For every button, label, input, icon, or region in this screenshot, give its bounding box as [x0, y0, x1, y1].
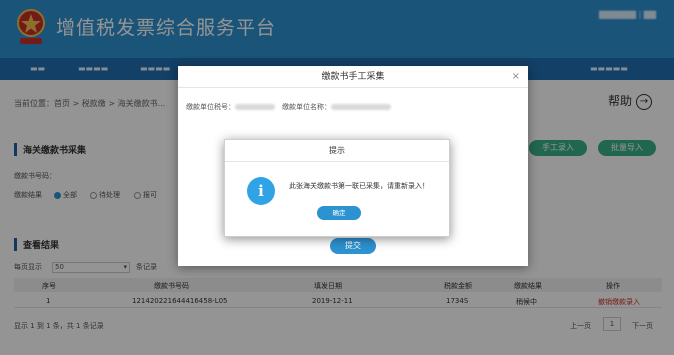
dialog-message: 此张海关缴款书第一联已采集，请重新录入！: [289, 182, 429, 190]
close-icon[interactable]: ×: [512, 71, 520, 82]
info-icon: i: [247, 177, 275, 205]
modal-title: 缴款书手工采集: [178, 66, 528, 88]
confirm-button[interactable]: 确定: [317, 206, 361, 220]
taxpayer-id-field: 缴款单位税号：: [186, 102, 275, 112]
taxpayer-id-value: [235, 104, 275, 110]
notice-dialog: 提示 i 此张海关缴款书第一联已采集，请重新录入！ 确定: [224, 139, 450, 237]
taxpayer-name-value: [331, 104, 391, 110]
taxpayer-name-field: 缴款单位名称：: [282, 102, 391, 112]
taxpayer-id-label: 缴款单位税号：: [186, 103, 235, 111]
taxpayer-name-label: 缴款单位名称：: [282, 103, 331, 111]
submit-button[interactable]: 提交: [330, 238, 376, 254]
dialog-title: 提示: [225, 140, 449, 162]
